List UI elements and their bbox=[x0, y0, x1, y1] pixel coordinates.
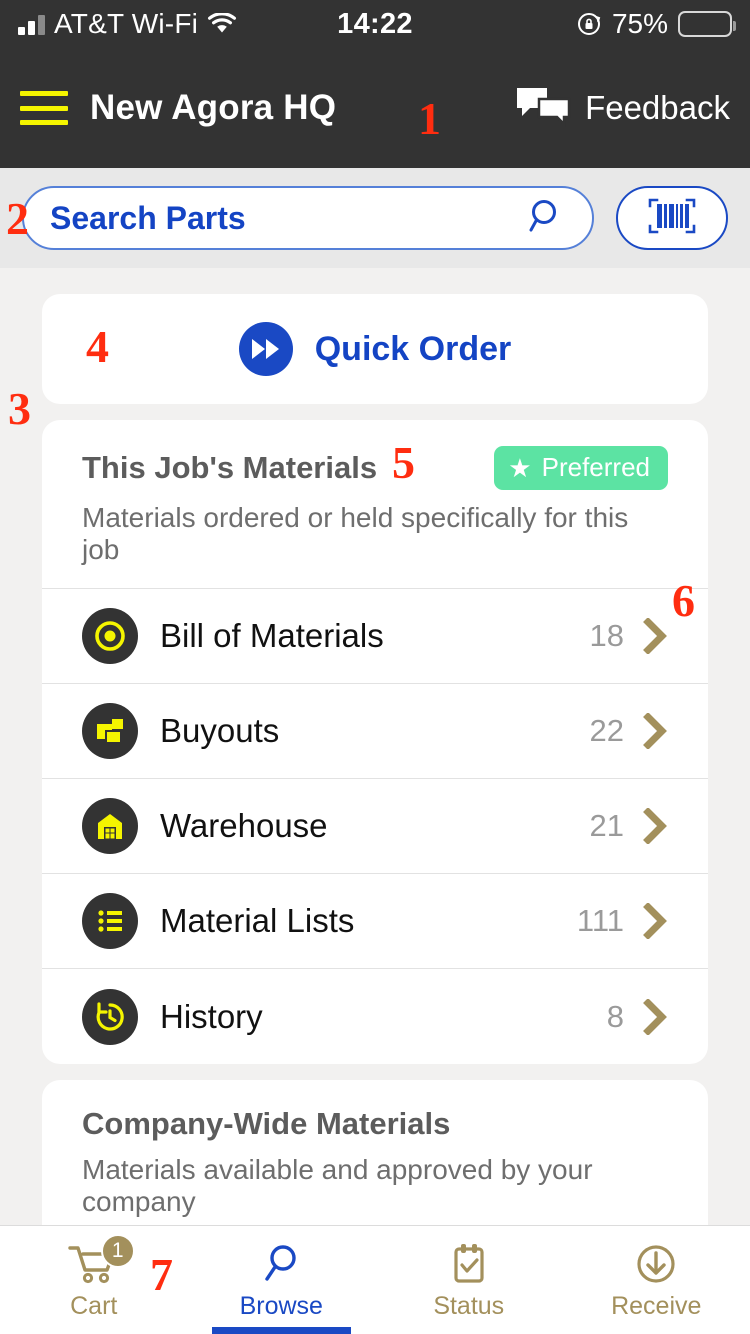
preferred-badge: ★ Preferred bbox=[494, 446, 668, 490]
documents-icon bbox=[82, 703, 138, 759]
tab-label: Cart bbox=[70, 1291, 118, 1320]
rotation-lock-icon bbox=[576, 11, 602, 37]
carrier-label: AT&T Wi-Fi bbox=[54, 8, 199, 39]
phone-screen: AT&T Wi-Fi 14:22 75% New Agora HQ Feedba… bbox=[0, 0, 750, 1334]
quick-order-label: Quick Order bbox=[314, 329, 512, 368]
tab-label: Status bbox=[433, 1291, 505, 1320]
download-circle-icon bbox=[634, 1240, 678, 1286]
search-bar-area: Search Parts bbox=[0, 168, 750, 268]
magnifier-icon bbox=[259, 1240, 303, 1286]
main-content[interactable]: Quick Order This Job's Materials ★ Prefe… bbox=[0, 268, 750, 1225]
company-materials-title: Company-Wide Materials bbox=[82, 1106, 451, 1141]
quick-order-card[interactable]: Quick Order bbox=[42, 294, 708, 404]
list-item-label: Buyouts bbox=[160, 712, 280, 749]
clock-history-icon bbox=[82, 988, 138, 1045]
tab-cart[interactable]: 1 Cart bbox=[0, 1226, 188, 1334]
quick-order-button[interactable]: Quick Order bbox=[42, 294, 708, 404]
chevron-right-icon bbox=[642, 903, 668, 939]
list-item-count: 8 bbox=[606, 998, 624, 1034]
barcode-scan-icon bbox=[641, 194, 703, 243]
job-materials-subtitle: Materials ordered or held specifically f… bbox=[82, 502, 629, 565]
company-materials-subtitle: Materials available and approved by your… bbox=[82, 1154, 593, 1217]
list-item-label: Material Lists bbox=[160, 902, 355, 939]
list-item-bill-of-materials[interactable]: Bill of Materials 18 bbox=[42, 589, 708, 684]
feedback-button[interactable]: Feedback bbox=[515, 85, 730, 132]
tab-browse[interactable]: Browse bbox=[188, 1226, 376, 1334]
list-item-label: History bbox=[160, 997, 263, 1035]
tab-receive[interactable]: Receive bbox=[563, 1226, 750, 1334]
job-materials-title: This Job's Materials bbox=[82, 450, 378, 485]
list-item-count: 22 bbox=[589, 713, 624, 748]
list-item-count: 21 bbox=[589, 808, 624, 843]
magnifier-icon bbox=[528, 197, 566, 240]
chevron-right-icon bbox=[642, 618, 668, 654]
app-header: New Agora HQ Feedback bbox=[0, 48, 750, 168]
fast-forward-icon bbox=[238, 322, 293, 376]
tab-status[interactable]: Status bbox=[375, 1226, 563, 1334]
bullet-list-icon bbox=[82, 893, 138, 949]
target-icon bbox=[82, 608, 138, 664]
list-item-count: 111 bbox=[576, 903, 624, 938]
job-materials-card: This Job's Materials ★ Preferred Materia… bbox=[42, 420, 708, 1064]
feedback-label: Feedback bbox=[585, 89, 730, 126]
list-item-material-lists[interactable]: Material Lists 111 bbox=[42, 874, 708, 969]
status-bar-left: AT&T Wi-Fi bbox=[18, 8, 237, 40]
bottom-tab-bar: 1 Cart Browse Status Receive bbox=[0, 1225, 750, 1334]
clipboard-check-icon bbox=[447, 1240, 491, 1286]
chevron-right-icon bbox=[642, 998, 668, 1035]
tab-label: Browse bbox=[239, 1291, 323, 1320]
company-materials-card: Company-Wide Materials Materials availab… bbox=[42, 1080, 708, 1225]
list-item-count: 18 bbox=[589, 618, 624, 653]
wifi-icon bbox=[207, 13, 237, 35]
list-item-label: Bill of Materials bbox=[160, 617, 384, 654]
page-title: New Agora HQ bbox=[90, 88, 337, 127]
search-input[interactable]: Search Parts bbox=[22, 186, 594, 250]
cart-badge: 1 bbox=[100, 1233, 135, 1268]
barcode-scan-button[interactable] bbox=[616, 186, 728, 250]
chevron-right-icon bbox=[642, 808, 668, 844]
search-placeholder: Search Parts bbox=[50, 199, 246, 236]
job-materials-header: This Job's Materials ★ Preferred Materia… bbox=[42, 420, 708, 589]
chevron-right-icon bbox=[642, 713, 668, 749]
chat-bubbles-icon bbox=[515, 85, 571, 132]
list-item-buyouts[interactable]: Buyouts 22 bbox=[42, 684, 708, 779]
list-item-history[interactable]: History 8 bbox=[42, 969, 708, 1064]
preferred-badge-label: Preferred bbox=[541, 452, 650, 482]
battery-icon bbox=[678, 11, 736, 37]
status-bar-right: 75% bbox=[576, 8, 736, 40]
active-tab-indicator bbox=[211, 1327, 351, 1334]
status-bar: AT&T Wi-Fi 14:22 75% bbox=[0, 0, 750, 48]
cellular-signal-icon bbox=[18, 13, 45, 35]
shopping-cart-icon: 1 bbox=[67, 1233, 135, 1286]
star-icon: ★ bbox=[508, 452, 532, 483]
warehouse-icon bbox=[82, 798, 138, 854]
list-item-label: Warehouse bbox=[160, 807, 328, 844]
battery-percent-label: 75% bbox=[611, 8, 668, 39]
tab-label: Receive bbox=[611, 1291, 702, 1320]
company-materials-header: Company-Wide Materials Materials availab… bbox=[42, 1080, 708, 1225]
list-item-warehouse[interactable]: Warehouse 21 bbox=[42, 779, 708, 874]
hamburger-menu-icon[interactable] bbox=[20, 91, 68, 125]
